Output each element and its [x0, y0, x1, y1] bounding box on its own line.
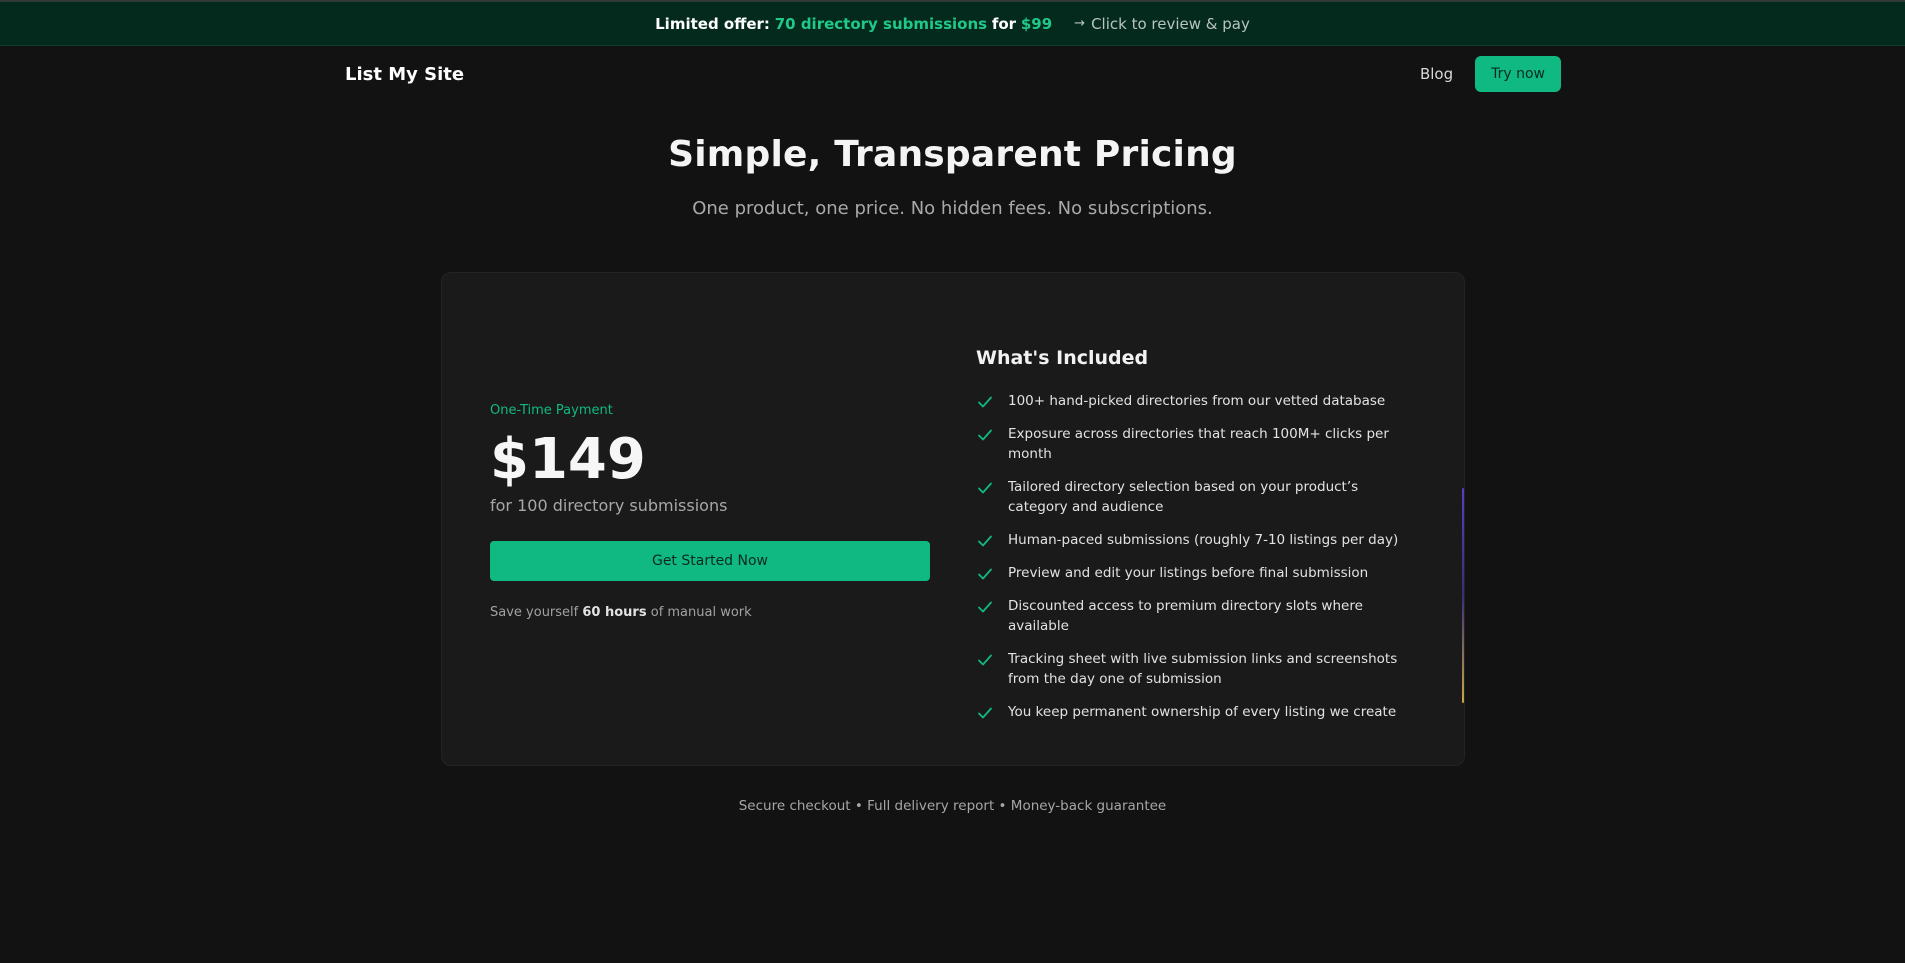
feature-item: Tracking sheet with live submission link…: [976, 649, 1416, 689]
nav-actions: Blog Try now: [1420, 56, 1561, 92]
page-title: Simple, Transparent Pricing: [668, 134, 1237, 175]
site-logo[interactable]: List My Site: [345, 64, 464, 85]
feature-item: You keep permanent ownership of every li…: [976, 702, 1416, 722]
feature-item: Preview and edit your listings before fi…: [976, 563, 1416, 583]
try-now-button[interactable]: Try now: [1475, 56, 1561, 92]
card-accent-line: [1462, 488, 1464, 703]
feature-text: Tailored directory selection based on yo…: [1008, 479, 1359, 515]
check-icon: [978, 707, 992, 719]
banner-cta[interactable]: Click to review & pay: [1091, 15, 1250, 33]
page-subtitle: One product, one price. No hidden fees. …: [692, 198, 1213, 219]
check-icon: [978, 396, 992, 408]
top-nav: List My Site Blog Try now: [345, 46, 1561, 102]
feature-list: 100+ hand-picked directories from our ve…: [976, 391, 1416, 722]
feature-text: Preview and edit your listings before fi…: [1008, 565, 1369, 581]
feature-item: 100+ hand-picked directories from our ve…: [976, 391, 1416, 411]
included-column: What's Included 100+ hand-picked directo…: [976, 347, 1416, 735]
feature-item: Human-paced submissions (roughly 7-10 li…: [976, 530, 1416, 550]
banner-prefix: Limited offer:: [655, 14, 770, 33]
banner-highlight: 70 directory submissions: [774, 14, 988, 33]
promo-banner[interactable]: Limited offer: 70 directory submissions …: [0, 0, 1905, 46]
check-icon: [978, 482, 992, 494]
price-value: $149: [490, 427, 646, 492]
feature-text: 100+ hand-picked directories from our ve…: [1008, 393, 1386, 409]
check-icon: [978, 568, 992, 580]
feature-item: Discounted access to premium directory s…: [976, 596, 1416, 636]
feature-text: Discounted access to premium directory s…: [1008, 598, 1363, 634]
feature-text: Tracking sheet with live submission link…: [1008, 651, 1398, 687]
feature-item: Tailored directory selection based on yo…: [976, 477, 1416, 517]
feature-text: Human-paced submissions (roughly 7-10 li…: [1008, 532, 1399, 548]
save-hours: 60 hours: [582, 605, 647, 620]
feature-item: Exposure across directories that reach 1…: [976, 424, 1416, 464]
pricing-card: One-Time Payment $149 for 100 directory …: [441, 272, 1465, 766]
save-suffix: of manual work: [650, 605, 752, 620]
save-prefix: Save yourself: [490, 605, 579, 620]
check-icon: [978, 654, 992, 666]
banner-for: for: [991, 14, 1017, 33]
feature-text: Exposure across directories that reach 1…: [1008, 426, 1389, 462]
banner-price: $99: [1020, 14, 1053, 33]
check-icon: [978, 601, 992, 613]
nav-link-blog[interactable]: Blog: [1420, 65, 1453, 83]
price-description: for 100 directory submissions: [490, 496, 728, 515]
feature-text: You keep permanent ownership of every li…: [1008, 704, 1397, 720]
check-icon: [978, 429, 992, 441]
trust-footer-note: Secure checkout • Full delivery report •…: [738, 798, 1167, 814]
time-savings-note: Save yourself 60 hours of manual work: [490, 605, 930, 620]
check-icon: [978, 535, 992, 547]
arrow-right-icon: →: [1074, 16, 1086, 31]
price-column: One-Time Payment $149 for 100 directory …: [490, 403, 930, 620]
included-title: What's Included: [976, 347, 1149, 369]
get-started-button[interactable]: Get Started Now: [490, 541, 930, 581]
payment-type-label: One-Time Payment: [490, 403, 613, 418]
